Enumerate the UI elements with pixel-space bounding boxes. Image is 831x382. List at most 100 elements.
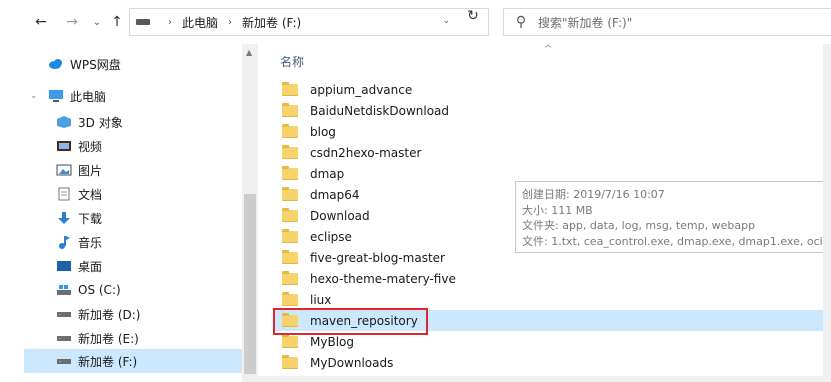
folder-icon bbox=[282, 354, 298, 369]
column-header-name[interactable]: 名称 bbox=[280, 53, 304, 70]
nav-item-wps-cloud[interactable]: WPS网盘 bbox=[48, 52, 121, 76]
desktop-icon bbox=[56, 259, 72, 273]
sort-ascending-icon: ^ bbox=[544, 44, 553, 55]
folder-icon bbox=[282, 144, 298, 159]
file-name: csdn2hexo-master bbox=[310, 145, 422, 160]
list-item[interactable]: BaiduNetdiskDownload bbox=[274, 100, 823, 121]
scrollbar-thumb[interactable] bbox=[244, 194, 256, 374]
list-item[interactable]: liux bbox=[274, 289, 823, 310]
drive-icon bbox=[56, 354, 72, 368]
address-history-chevron-icon[interactable]: ⌄ bbox=[442, 16, 450, 26]
recent-locations-chevron-icon[interactable]: ⌄ bbox=[88, 12, 106, 32]
file-name: liux bbox=[310, 292, 332, 307]
folder-icon bbox=[282, 207, 298, 222]
navigation-pane: WPS网盘 ⌄ 此电脑 3D 对象 视频 图片 文档 下载 音乐 桌面 OS (… bbox=[0, 44, 258, 382]
breadcrumb-this-pc[interactable]: 此电脑 bbox=[182, 14, 218, 31]
list-item[interactable]: MyDownloads bbox=[274, 352, 823, 373]
nav-item-drive-d[interactable]: 新加卷 (D:) bbox=[56, 302, 140, 326]
documents-icon bbox=[56, 187, 72, 201]
download-icon bbox=[56, 211, 72, 225]
nav-item-label: 桌面 bbox=[78, 259, 103, 274]
list-item[interactable]: csdn2hexo-master bbox=[274, 142, 823, 163]
file-name: BaiduNetdiskDownload bbox=[310, 103, 450, 118]
nav-item-videos[interactable]: 视频 bbox=[56, 134, 102, 158]
3d-objects-icon bbox=[56, 115, 72, 129]
nav-item-label: 文档 bbox=[78, 187, 103, 202]
file-name: dmap64 bbox=[310, 187, 360, 202]
folder-info-tooltip: 创建日期: 2019/7/16 10:07 大小: 111 MB 文件夹: ap… bbox=[515, 181, 831, 253]
folder-icon bbox=[282, 291, 298, 306]
tooltip-folders: 文件夹: app, data, log, msg, temp, webapp bbox=[522, 219, 756, 232]
drive-icon bbox=[136, 19, 150, 25]
folder-icon bbox=[282, 249, 298, 264]
nav-item-desktop[interactable]: 桌面 bbox=[56, 254, 102, 278]
tooltip-size: 大小: 111 MB bbox=[522, 203, 593, 217]
nav-item-label: 下载 bbox=[78, 211, 103, 226]
chevron-down-icon[interactable]: ⌄ bbox=[30, 91, 38, 101]
file-name: eclipse bbox=[310, 229, 352, 244]
file-name: MyDownloads bbox=[310, 355, 394, 370]
nav-item-drive-c[interactable]: OS (C:) bbox=[56, 278, 121, 302]
nav-item-label: 音乐 bbox=[78, 235, 103, 250]
tooltip-files: 文件: 1.txt, cea_control.exe, dmap.exe, dm… bbox=[522, 234, 823, 248]
folder-icon bbox=[282, 81, 298, 96]
nav-item-label: 新加卷 (D:) bbox=[78, 307, 141, 322]
highlight-annotation-box bbox=[273, 308, 428, 335]
nav-item-this-pc[interactable]: ⌄ 此电脑 bbox=[30, 84, 106, 108]
nav-item-drive-e[interactable]: 新加卷 (E:) bbox=[56, 326, 139, 350]
windows-drive-icon bbox=[56, 283, 72, 297]
search-placeholder: 搜索"新加卷 (F:)" bbox=[538, 15, 633, 30]
refresh-icon[interactable]: ↻ bbox=[460, 6, 486, 26]
nav-item-label: OS (C:) bbox=[78, 283, 121, 297]
search-box[interactable]: ⚲ 搜索"新加卷 (F:)" bbox=[503, 8, 831, 36]
file-name: MyBlog bbox=[310, 334, 354, 349]
video-icon bbox=[56, 139, 72, 153]
folder-icon bbox=[282, 270, 298, 285]
horizontal-scrollbar[interactable] bbox=[258, 376, 831, 382]
computer-icon bbox=[48, 89, 64, 103]
chevron-right-icon[interactable]: › bbox=[228, 17, 232, 28]
nav-item-label: 图片 bbox=[78, 163, 103, 178]
nav-item-pictures[interactable]: 图片 bbox=[56, 158, 102, 182]
nav-item-label: 新加卷 (E:) bbox=[78, 331, 139, 346]
nav-item-label: 3D 对象 bbox=[78, 115, 123, 130]
chevron-right-icon[interactable]: › bbox=[168, 17, 172, 28]
tooltip-created-date: 创建日期: 2019/7/16 10:07 bbox=[522, 188, 665, 201]
file-list-header: 名称 ^ bbox=[258, 44, 831, 72]
nav-item-downloads[interactable]: 下载 bbox=[56, 206, 102, 230]
nav-item-label: 视频 bbox=[78, 139, 103, 154]
forward-arrow-icon[interactable]: → bbox=[63, 12, 81, 32]
nav-item-drive-f[interactable]: 新加卷 (F:) bbox=[24, 349, 242, 373]
nav-item-label: 新加卷 (F:) bbox=[78, 354, 138, 369]
search-icon: ⚲ bbox=[515, 14, 527, 30]
list-item[interactable]: hexo-theme-matery-five bbox=[274, 268, 823, 289]
file-name: blog bbox=[310, 124, 336, 139]
file-name: five-great-blog-master bbox=[310, 250, 445, 265]
nav-item-3d-objects[interactable]: 3D 对象 bbox=[56, 110, 123, 134]
file-name: appium_advance bbox=[310, 82, 413, 97]
pictures-icon bbox=[56, 163, 72, 177]
nav-item-label: 此电脑 bbox=[70, 89, 107, 104]
nav-pane-scrollbar[interactable]: ▲ bbox=[242, 44, 258, 382]
breadcrumb-drive-f[interactable]: 新加卷 (F:) bbox=[242, 14, 301, 31]
nav-item-documents[interactable]: 文档 bbox=[56, 182, 102, 206]
list-item[interactable]: blog bbox=[274, 121, 823, 142]
up-arrow-icon[interactable]: ↑ bbox=[108, 12, 126, 32]
back-arrow-icon[interactable]: ← bbox=[32, 12, 50, 32]
address-toolbar: ← → ⌄ ↑ › 此电脑 › 新加卷 (F:) ⌄ ↻ ⚲ 搜索"新加卷 (F… bbox=[0, 0, 831, 44]
folder-icon bbox=[282, 165, 298, 180]
drive-icon bbox=[56, 331, 72, 345]
list-item[interactable]: appium_advance bbox=[274, 79, 823, 100]
folder-icon bbox=[282, 228, 298, 243]
address-bar[interactable]: › 此电脑 › 新加卷 (F:) ⌄ bbox=[129, 8, 489, 36]
music-icon bbox=[56, 235, 72, 249]
file-list-scrollbar[interactable] bbox=[823, 44, 831, 382]
file-name: Download bbox=[310, 208, 370, 223]
cloud-icon bbox=[48, 57, 64, 71]
nav-item-label: WPS网盘 bbox=[70, 57, 121, 72]
folder-icon bbox=[282, 123, 298, 138]
scroll-up-arrow-icon[interactable]: ▲ bbox=[246, 48, 252, 57]
nav-item-music[interactable]: 音乐 bbox=[56, 230, 102, 254]
folder-icon bbox=[282, 102, 298, 117]
folder-icon bbox=[282, 333, 298, 348]
